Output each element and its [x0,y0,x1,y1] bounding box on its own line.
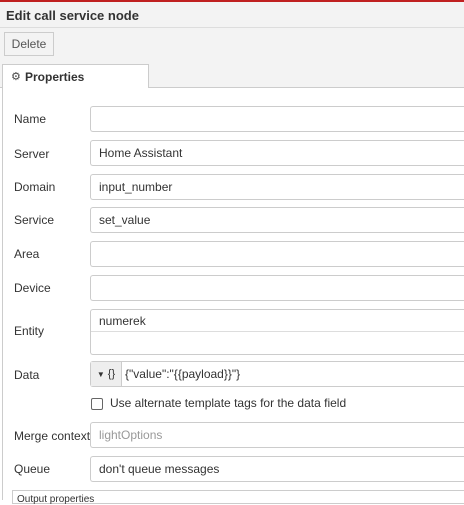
alt-tags-checkbox[interactable] [91,398,103,410]
delete-button[interactable]: Delete [4,32,54,56]
device-input[interactable] [90,275,464,301]
queue-select[interactable]: don't queue messages [90,456,464,482]
alt-tags-label: Use alternate template tags for the data… [110,396,347,410]
data-field[interactable]: ▼{} {"value":"{{payload}}"} [90,361,464,387]
output-properties-section: Output properties [12,490,464,505]
name-label: Name [14,112,47,126]
caret-down-icon: ▼ [96,370,105,379]
server-select[interactable]: Home Assistant [90,140,464,166]
gear-icon: ⚙ [11,71,21,83]
merge-context-input[interactable]: lightOptions [90,422,464,448]
entity-divider [91,331,464,332]
tray-toolbar: Delete [0,28,464,60]
merge-context-label: Merge context [14,429,91,443]
server-label: Server [14,147,50,161]
domain-label: Domain [14,180,56,194]
data-label: Data [14,368,40,382]
tray-header: Edit call service node [0,2,464,28]
tray-title: Edit call service node [6,8,139,23]
device-label: Device [14,281,51,295]
entity-label: Entity [14,324,45,338]
area-input[interactable] [90,241,464,267]
service-input[interactable]: set_value [90,207,464,233]
queue-label: Queue [14,462,51,476]
json-type-icon: {} [107,368,116,380]
tab-properties[interactable]: ⚙ Properties [2,64,149,89]
entity-input[interactable]: numerek [90,309,464,355]
service-label: Service [14,213,55,227]
data-value[interactable]: {"value":"{{payload}}"} [125,367,240,381]
area-label: Area [14,247,40,261]
entity-tag[interactable]: numerek [99,314,146,328]
domain-input[interactable]: input_number [90,174,464,200]
tab-bar: ⚙ Properties [0,60,464,89]
data-type-button[interactable]: ▼{} [91,362,122,386]
name-input[interactable] [90,106,464,132]
tab-properties-label: Properties [25,70,85,84]
